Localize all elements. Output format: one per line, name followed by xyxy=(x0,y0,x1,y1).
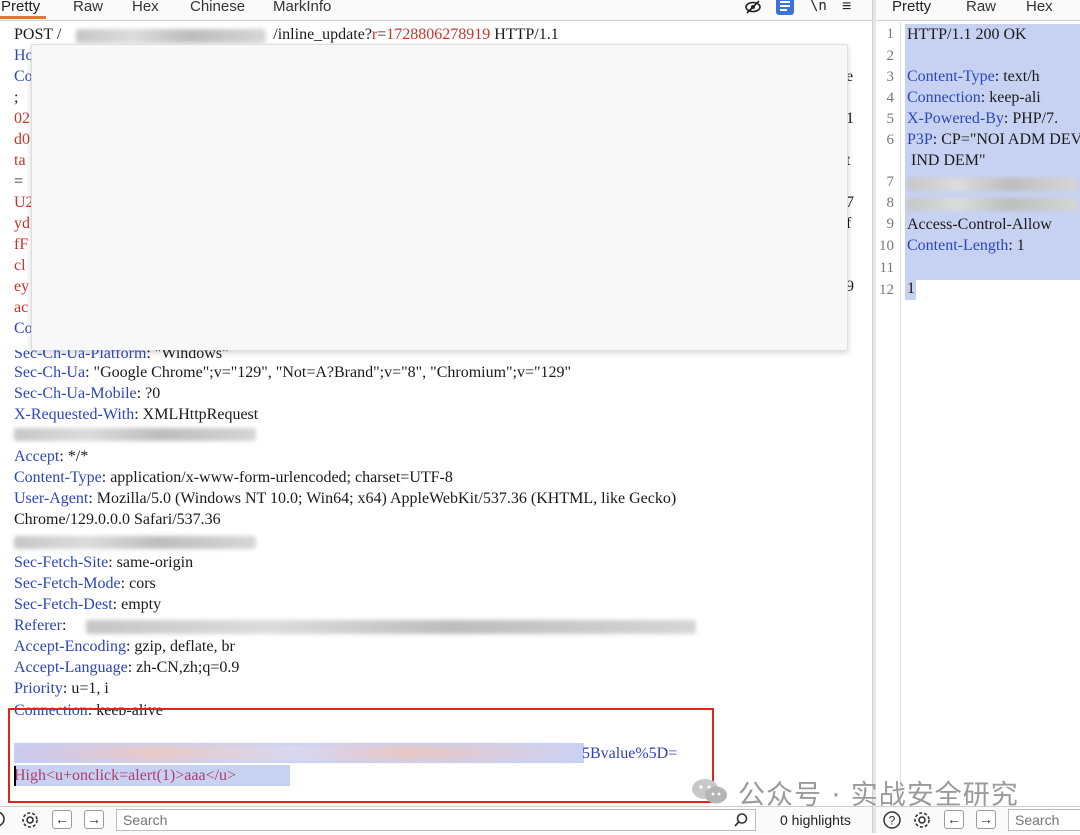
header-connection: Connection: keep-ali xyxy=(907,89,1041,106)
line-fragment: = xyxy=(14,173,24,190)
header-accept: Accept: */* xyxy=(14,448,89,465)
line-number: 8 xyxy=(886,195,895,211)
highlights-count: 0 highlights xyxy=(780,812,851,828)
menu-icon[interactable]: ≡ xyxy=(842,0,851,16)
tab-raw[interactable]: Raw xyxy=(966,0,996,15)
header-accept-encoding: Accept-Encoding: gzip, deflate, br xyxy=(14,638,235,655)
selection-mask xyxy=(916,280,1080,302)
header-user-agent-cont: Chrome/129.0.0.0 Safari/537.36 xyxy=(14,511,221,528)
line-fragment: ta xyxy=(14,152,26,169)
tab-pretty[interactable]: Pretty xyxy=(892,0,931,15)
settings-icon[interactable] xyxy=(20,810,40,835)
request-tab-bar: Pretty Raw Hex Chinese MarkInfo \n ≡ xyxy=(0,0,872,21)
line-number: 3 xyxy=(886,69,895,85)
newline-toggle[interactable]: \n xyxy=(810,0,827,14)
tab-hex[interactable]: Hex xyxy=(132,0,159,15)
next-match-button[interactable]: → xyxy=(976,810,996,829)
header-sec-ch-ua-mobile: Sec-Ch-Ua-Mobile: ?0 xyxy=(14,385,161,402)
redacted-header xyxy=(907,198,1077,211)
redacted-host xyxy=(76,29,266,43)
hide-nonprintable-icon[interactable] xyxy=(744,0,762,21)
line-number: 9 xyxy=(886,216,895,232)
header-content-type: Content-Type: application/x-www-form-url… xyxy=(14,469,453,486)
header-p3p-cont: IND DEM" xyxy=(907,152,986,169)
header-accept-language: Accept-Language: zh-CN,zh;q=0.9 xyxy=(14,659,240,676)
settings-icon[interactable] xyxy=(912,810,932,833)
response-search-input[interactable] xyxy=(1015,811,1080,829)
line-fragment: ey xyxy=(14,278,30,295)
tab-hex[interactable]: Hex xyxy=(1026,0,1053,15)
line-fragment: fF xyxy=(14,236,29,253)
header-x-requested-with: X-Requested-With: XMLHttpRequest xyxy=(14,406,259,423)
line-fragment: d0 xyxy=(14,131,30,148)
response-viewer-pane: Pretty Raw Hex 1 2 3 4 5 6 7 8 9 10 11 1… xyxy=(876,0,1080,833)
next-match-button[interactable]: → xyxy=(84,810,104,829)
request-editor-pane: Pretty Raw Hex Chinese MarkInfo \n ≡ POS… xyxy=(0,0,872,833)
line-number: 6 xyxy=(886,132,895,148)
line-number: 1 xyxy=(886,26,895,42)
tab-chinese[interactable]: Chinese xyxy=(190,0,245,15)
request-search-box[interactable] xyxy=(116,809,756,831)
header-priority: Priority: u=1, i xyxy=(14,680,109,697)
wechat-icon xyxy=(690,777,730,814)
response-tab-bar: Pretty Raw Hex xyxy=(876,0,1080,21)
active-tab-indicator xyxy=(0,16,46,19)
response-body: 1 xyxy=(907,280,915,297)
line-number: 11 xyxy=(879,260,894,276)
status-line: HTTP/1.1 200 OK xyxy=(907,26,1027,43)
line-fragment: ac xyxy=(14,299,29,316)
header-content-type: Content-Type: text/h xyxy=(907,68,1040,85)
line-fragment: yd xyxy=(14,215,30,232)
tab-markinfo[interactable]: MarkInfo xyxy=(273,0,331,15)
header-sec-fetch-site: Sec-Fetch-Site: same-origin xyxy=(14,554,194,571)
header-referer: Referer: xyxy=(14,617,67,634)
wrap-lines-icon[interactable] xyxy=(776,0,794,15)
header-sec-fetch-mode: Sec-Fetch-Mode: cors xyxy=(14,575,156,592)
response-search-box[interactable] xyxy=(1008,809,1080,831)
request-search-input[interactable] xyxy=(123,811,698,829)
arrow-left-icon: ← xyxy=(55,811,69,827)
line-fragment: ; xyxy=(14,89,19,106)
redacted-referer xyxy=(86,620,696,634)
watermark-text: 公众号 · 实战安全研究 xyxy=(738,780,1019,811)
redacted-header xyxy=(14,536,256,549)
redacted-header xyxy=(907,178,1077,191)
header-p3p: P3P: CP="NOI ADM DEV xyxy=(907,131,1080,148)
header-x-powered-by: X-Powered-By: PHP/7. xyxy=(907,110,1059,127)
arrow-right-icon: → xyxy=(979,811,993,827)
help-icon[interactable] xyxy=(0,810,8,832)
line-number: 2 xyxy=(886,48,895,64)
line-fragment: Co xyxy=(14,68,33,85)
header-sec-ch-ua: Sec-Ch-Ua: "Google Chrome";v="129", "Not… xyxy=(14,364,572,381)
line-fragment: 02 xyxy=(14,110,30,127)
header-sec-fetch-dest: Sec-Fetch-Dest: empty xyxy=(14,596,162,613)
line-number-gutter: 1 2 3 4 5 6 7 8 9 10 11 12 xyxy=(876,22,901,807)
line-fragment: cl xyxy=(14,257,26,274)
line-number: 12 xyxy=(879,282,894,298)
tab-pretty[interactable]: Pretty xyxy=(1,0,40,15)
header-user-agent: User-Agent: Mozilla/5.0 (Windows NT 10.0… xyxy=(14,490,677,507)
arrow-left-icon: ← xyxy=(947,811,961,827)
arrow-right-icon: → xyxy=(87,811,101,827)
line-fragment: Co xyxy=(14,320,33,337)
header-content-length: Content-Length: 1 xyxy=(907,237,1025,254)
redacted-header xyxy=(14,428,256,441)
help-icon[interactable]: ? xyxy=(882,810,902,833)
highlight-annotation-box xyxy=(8,708,714,803)
line-number: 4 xyxy=(886,90,895,106)
previous-match-button[interactable]: ← xyxy=(52,810,72,829)
previous-match-button[interactable]: ← xyxy=(944,810,964,829)
line-number: 7 xyxy=(886,174,895,190)
search-icon[interactable] xyxy=(733,812,749,833)
svg-text:?: ? xyxy=(889,814,896,828)
popup-overlay[interactable] xyxy=(31,44,848,351)
header-access-control: Access-Control-Allow xyxy=(907,216,1052,233)
tab-raw[interactable]: Raw xyxy=(73,0,103,15)
line-number: 10 xyxy=(879,238,894,254)
line-number: 5 xyxy=(886,111,895,127)
